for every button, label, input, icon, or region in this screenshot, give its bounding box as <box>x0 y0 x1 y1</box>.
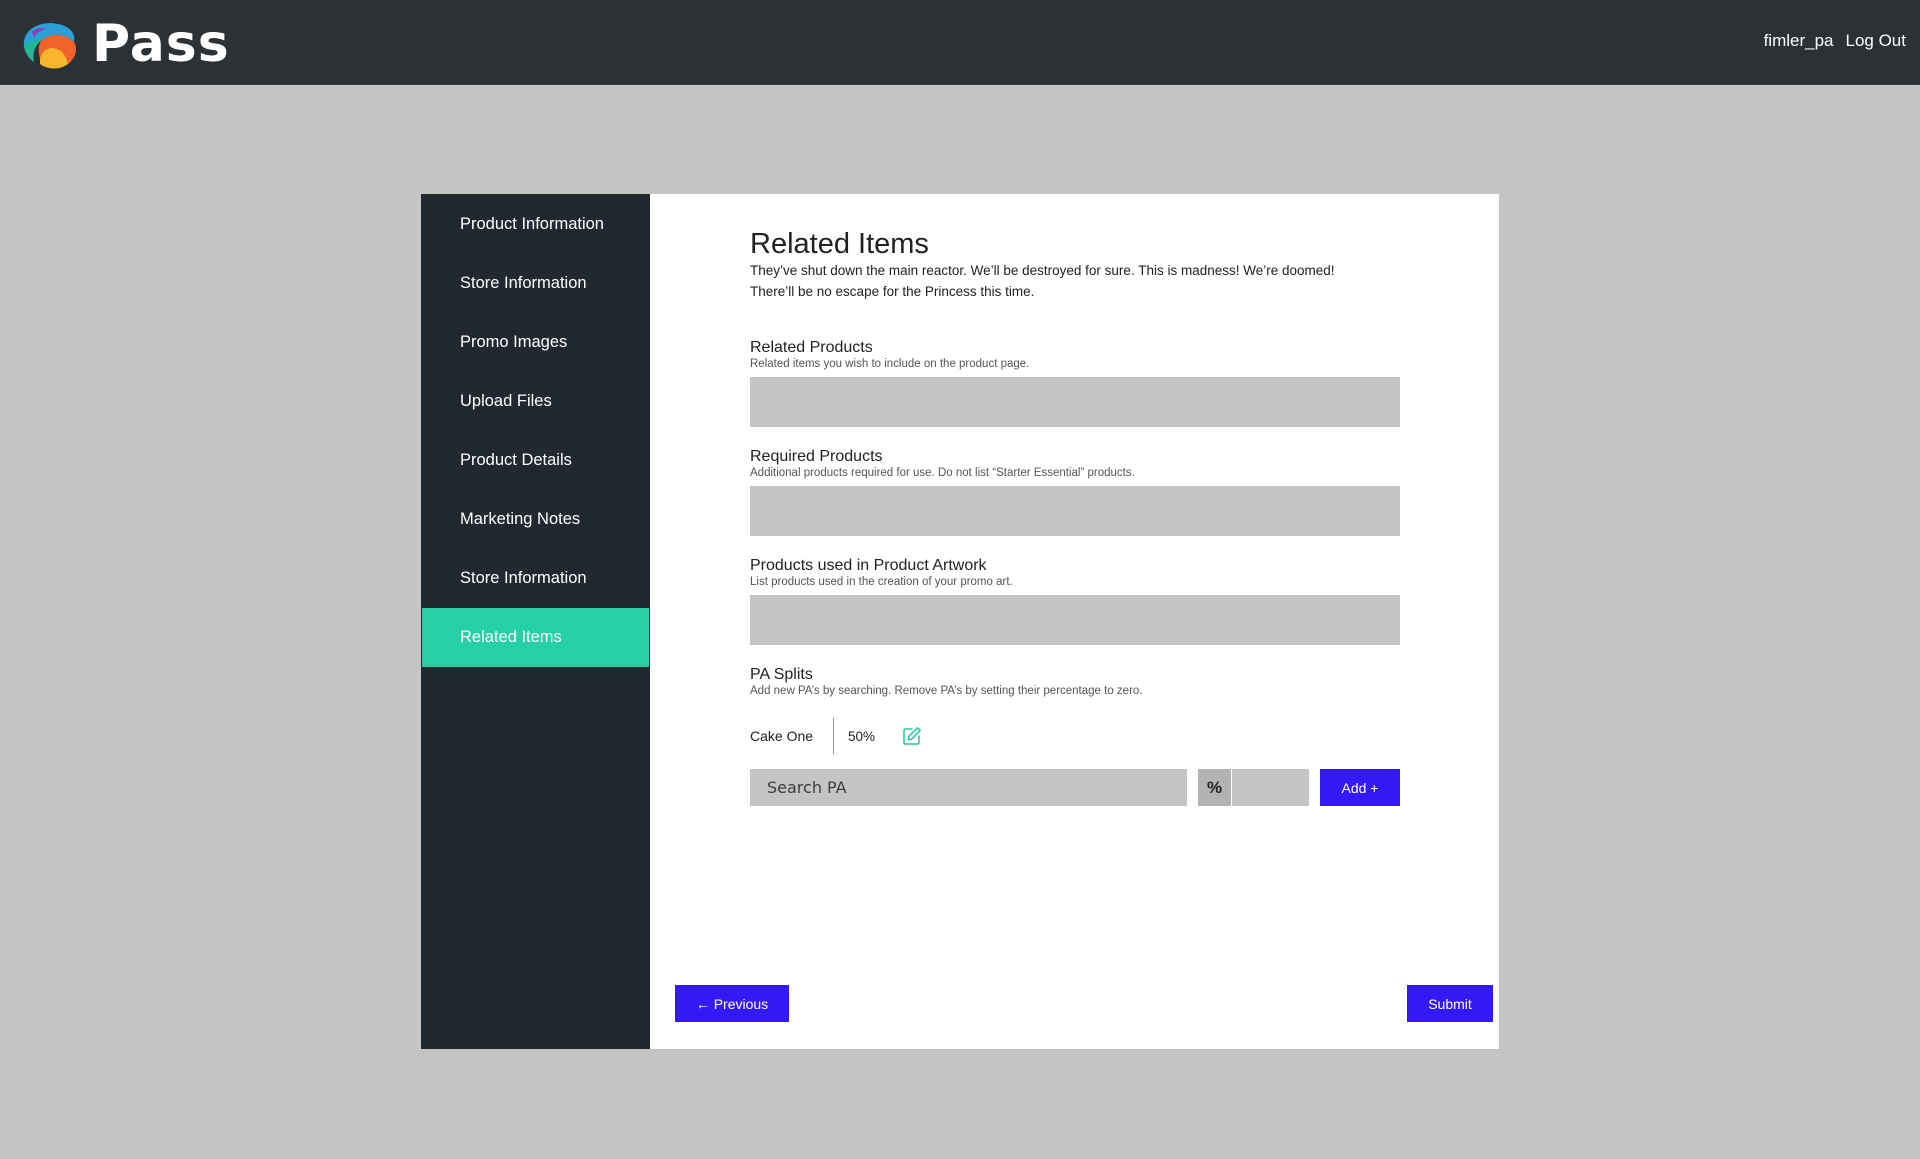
sidebar-item-store-information-2[interactable]: Store Information <box>422 549 649 608</box>
required-products-field: Required Products Additional products re… <box>750 448 1400 536</box>
split-divider <box>833 718 834 754</box>
pa-split-entry: Cake One 50% <box>750 718 922 754</box>
submit-button[interactable]: Submit <box>1407 985 1493 1022</box>
search-pa-input[interactable] <box>750 769 1187 806</box>
intro-line-1: They’ve shut down the main reactor. We’l… <box>750 263 1335 278</box>
related-products-label: Related Products <box>750 339 873 356</box>
artwork-products-input[interactable] <box>750 595 1400 645</box>
username-link[interactable]: fimler_pa <box>1764 31 1834 51</box>
sidebar-item-marketing-notes[interactable]: Marketing Notes <box>422 490 649 549</box>
required-products-help: Additional products required for use. Do… <box>750 467 1135 479</box>
artwork-products-label: Products used in Product Artwork <box>750 557 987 574</box>
app-name: Pass <box>92 14 230 74</box>
pass-logo-icon <box>23 23 76 69</box>
user-area: fimler_pa Log Out <box>1764 31 1906 51</box>
related-products-field: Related Products Related items you wish … <box>750 339 1400 427</box>
artwork-products-field: Products used in Product Artwork List pr… <box>750 557 1400 645</box>
previous-button[interactable]: ← Previous <box>675 985 789 1022</box>
top-bar: Pass fimler_pa Log Out <box>0 0 1920 85</box>
sidebar-item-promo-images[interactable]: Promo Images <box>422 313 649 372</box>
related-products-input[interactable] <box>750 377 1400 427</box>
intro-text: They’ve shut down the main reactor. We’l… <box>750 260 1390 302</box>
sidebar-item-upload-files[interactable]: Upload Files <box>422 372 649 431</box>
intro-line-2: There’ll be no escape for the Princess t… <box>750 284 1035 299</box>
main-content: Related Items They’ve shut down the main… <box>650 194 1499 1049</box>
artwork-products-help: List products used in the creation of yo… <box>750 576 1013 588</box>
sidebar-item-related-items[interactable]: Related Items <box>422 608 649 667</box>
pa-splits-section: PA Splits Add new PA’s by searching. Rem… <box>750 666 1400 698</box>
wizard-card: Product Information Store Information Pr… <box>421 194 1499 1049</box>
related-products-help: Related items you wish to include on the… <box>750 358 1030 370</box>
sidebar-item-product-details[interactable]: Product Details <box>422 431 649 490</box>
edit-icon[interactable] <box>902 726 922 746</box>
sidebar-item-store-information[interactable]: Store Information <box>422 254 649 313</box>
logout-link[interactable]: Log Out <box>1846 31 1907 51</box>
percent-symbol: % <box>1198 769 1231 806</box>
page-title: Related Items <box>750 228 929 260</box>
add-pa-button[interactable]: Add + <box>1320 769 1400 806</box>
sidebar-item-product-information[interactable]: Product Information <box>422 195 649 254</box>
percent-input[interactable] <box>1232 769 1309 806</box>
wizard-sidebar: Product Information Store Information Pr… <box>421 194 650 1049</box>
logo[interactable]: Pass <box>18 18 230 70</box>
pa-search-row: % Add + <box>750 769 1400 806</box>
required-products-label: Required Products <box>750 448 883 465</box>
pa-split-name: Cake One <box>750 728 814 744</box>
required-products-input[interactable] <box>750 486 1400 536</box>
pa-split-percent: 50% <box>848 728 876 744</box>
pa-splits-label: PA Splits <box>750 666 813 683</box>
pa-splits-help: Add new PA’s by searching. Remove PA’s b… <box>750 685 1143 697</box>
